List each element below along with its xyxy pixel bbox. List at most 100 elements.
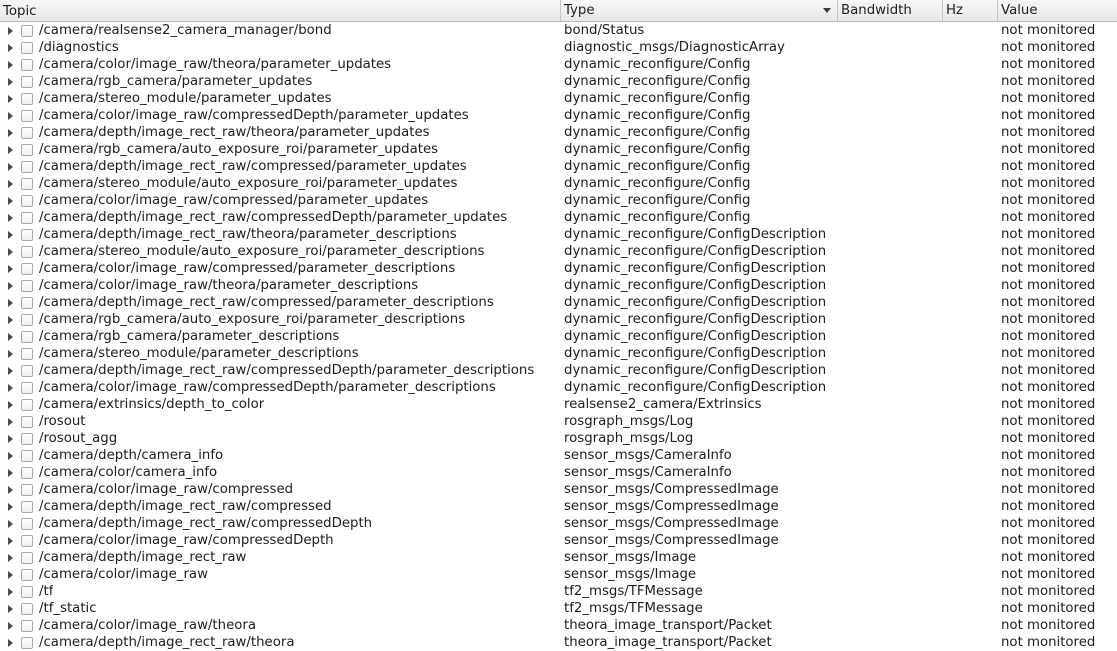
table-row[interactable]: /tf tf2_msgs/TFMessage not monitored [0,583,1117,600]
monitor-checkbox[interactable] [21,75,33,88]
monitor-checkbox[interactable] [21,534,33,547]
monitor-checkbox[interactable] [21,245,33,258]
monitor-checkbox[interactable] [21,602,33,615]
table-row[interactable]: /camera/stereo_module/auto_exposure_roi/… [0,175,1117,192]
monitor-checkbox[interactable] [21,449,33,462]
expand-arrow-icon[interactable] [8,332,13,341]
monitor-checkbox[interactable] [21,330,33,343]
table-row[interactable]: /camera/rgb_camera/parameter_description… [0,328,1117,345]
table-row[interactable]: /camera/depth/image_rect_raw/compressedD… [0,362,1117,379]
table-row[interactable]: /camera/rgb_camera/auto_exposure_roi/par… [0,311,1117,328]
monitor-checkbox[interactable] [21,568,33,581]
column-header-topic[interactable]: Topic [0,0,561,21]
table-row[interactable]: /camera/color/image_raw/theora/parameter… [0,56,1117,73]
monitor-checkbox[interactable] [21,58,33,71]
monitor-checkbox[interactable] [21,160,33,173]
monitor-checkbox[interactable] [21,109,33,122]
monitor-checkbox[interactable] [21,517,33,530]
expand-arrow-icon[interactable] [8,366,13,375]
table-row[interactable]: /diagnostics diagnostic_msgs/DiagnosticAr… [0,39,1117,56]
table-row[interactable]: /camera/depth/image_rect_raw/compressed/… [0,294,1117,311]
table-row[interactable]: /rosout rosgraph_msgs/Log not monitored [0,413,1117,430]
table-row[interactable]: /camera/color/image_raw/theora theora_ima… [0,617,1117,634]
table-row[interactable]: /camera/rgb_camera/parameter_updates dyna… [0,73,1117,90]
expand-arrow-icon[interactable] [8,604,13,613]
table-row[interactable]: /camera/color/image_raw/compressedDepth/… [0,379,1117,396]
expand-arrow-icon[interactable] [8,77,13,86]
monitor-checkbox[interactable] [21,483,33,496]
table-row[interactable]: /camera/stereo_module/parameter_updates d… [0,90,1117,107]
monitor-checkbox[interactable] [21,466,33,479]
expand-arrow-icon[interactable] [8,281,13,290]
expand-arrow-icon[interactable] [8,94,13,103]
expand-arrow-icon[interactable] [8,638,13,647]
expand-arrow-icon[interactable] [8,315,13,324]
table-row[interactable]: /camera/color/image_raw/compressedDepth s… [0,532,1117,549]
expand-arrow-icon[interactable] [8,298,13,307]
expand-arrow-icon[interactable] [8,111,13,120]
monitor-checkbox[interactable] [21,398,33,411]
monitor-checkbox[interactable] [21,500,33,513]
table-row[interactable]: /camera/color/image_raw/compressed/param… [0,260,1117,277]
table-row[interactable]: /camera/depth/image_rect_raw/compressed/… [0,158,1117,175]
expand-arrow-icon[interactable] [8,485,13,494]
expand-arrow-icon[interactable] [8,145,13,154]
table-row[interactable]: /camera/depth/camera_info sensor_msgs/Cam… [0,447,1117,464]
expand-arrow-icon[interactable] [8,128,13,137]
monitor-checkbox[interactable] [21,619,33,632]
table-row[interactable]: /camera/rgb_camera/auto_exposure_roi/par… [0,141,1117,158]
monitor-checkbox[interactable] [21,296,33,309]
monitor-checkbox[interactable] [21,126,33,139]
column-header-value[interactable]: Value [998,0,1117,21]
monitor-checkbox[interactable] [21,381,33,394]
monitor-checkbox[interactable] [21,415,33,428]
expand-arrow-icon[interactable] [8,553,13,562]
table-row[interactable]: /rosout_agg rosgraph_msgs/Log not monitore… [0,430,1117,447]
expand-arrow-icon[interactable] [8,519,13,528]
monitor-checkbox[interactable] [21,194,33,207]
column-header-bandwidth[interactable]: Bandwidth [838,0,943,21]
table-row[interactable]: /camera/color/image_raw/compressed/param… [0,192,1117,209]
expand-arrow-icon[interactable] [8,213,13,222]
expand-arrow-icon[interactable] [8,621,13,630]
expand-arrow-icon[interactable] [8,60,13,69]
expand-arrow-icon[interactable] [8,43,13,52]
expand-arrow-icon[interactable] [8,230,13,239]
expand-arrow-icon[interactable] [8,587,13,596]
monitor-checkbox[interactable] [21,41,33,54]
table-row[interactable]: /camera/depth/image_rect_raw/compressedD… [0,209,1117,226]
monitor-checkbox[interactable] [21,262,33,275]
monitor-checkbox[interactable] [21,177,33,190]
monitor-checkbox[interactable] [21,279,33,292]
expand-arrow-icon[interactable] [8,451,13,460]
table-row[interactable]: /camera/color/image_raw/theora/parameter… [0,277,1117,294]
monitor-checkbox[interactable] [21,347,33,360]
monitor-checkbox[interactable] [21,432,33,445]
monitor-checkbox[interactable] [21,92,33,105]
monitor-checkbox[interactable] [21,24,33,37]
expand-arrow-icon[interactable] [8,162,13,171]
table-row[interactable]: /camera/depth/image_rect_raw/theora theor… [0,634,1117,651]
monitor-checkbox[interactable] [21,211,33,224]
expand-arrow-icon[interactable] [8,383,13,392]
table-row[interactable]: /camera/stereo_module/auto_exposure_roi/… [0,243,1117,260]
table-row[interactable]: /camera/extrinsics/depth_to_color realsen… [0,396,1117,413]
expand-arrow-icon[interactable] [8,434,13,443]
table-row[interactable]: /camera/color/image_raw/compressedDepth/… [0,107,1117,124]
expand-arrow-icon[interactable] [8,502,13,511]
column-header-type[interactable]: Type [561,0,838,21]
table-row[interactable]: /camera/color/camera_info sensor_msgs/Cam… [0,464,1117,481]
table-row[interactable]: /tf_static tf2_msgs/TFMessage not monitore… [0,600,1117,617]
table-row[interactable]: /camera/depth/image_rect_raw/compressed s… [0,498,1117,515]
table-row[interactable]: /camera/depth/image_rect_raw/theora/para… [0,226,1117,243]
expand-arrow-icon[interactable] [8,536,13,545]
table-row[interactable]: /camera/color/image_raw/compressed sensor… [0,481,1117,498]
expand-arrow-icon[interactable] [8,400,13,409]
monitor-checkbox[interactable] [21,143,33,156]
expand-arrow-icon[interactable] [8,247,13,256]
expand-arrow-icon[interactable] [8,264,13,273]
table-row[interactable]: /camera/color/image_raw sensor_msgs/Image… [0,566,1117,583]
monitor-checkbox[interactable] [21,228,33,241]
expand-arrow-icon[interactable] [8,196,13,205]
expand-arrow-icon[interactable] [8,26,13,35]
